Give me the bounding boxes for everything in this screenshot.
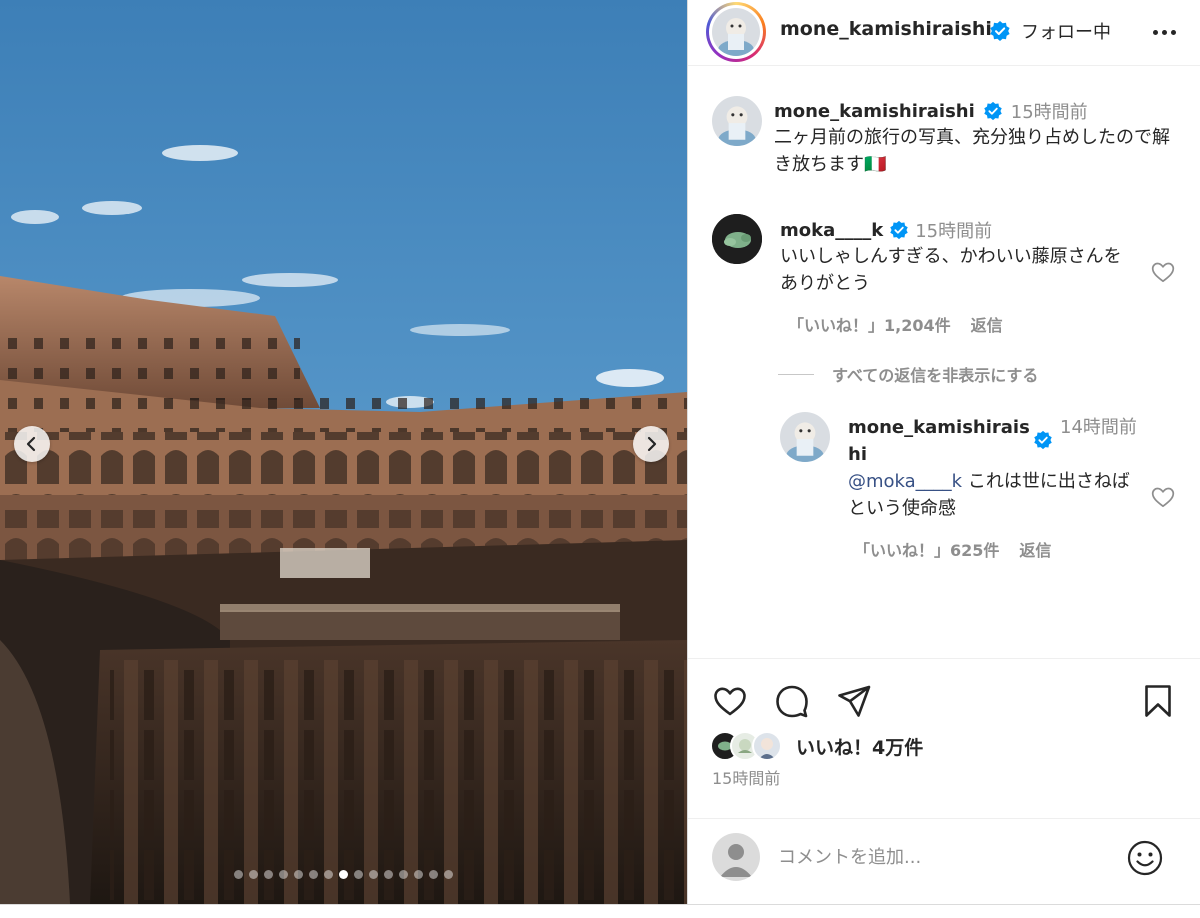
- comment-icon[interactable]: [774, 683, 810, 719]
- caption-time: 15時間前: [1010, 102, 1088, 123]
- comment-input[interactable]: [778, 841, 1098, 873]
- mention-link[interactable]: @moka____k: [848, 471, 962, 492]
- carousel-dot: [384, 870, 393, 879]
- caption-header: mone_kamishiraishi 15時間前: [774, 98, 1088, 124]
- carousel-dot: [324, 870, 333, 879]
- carousel-dot: [294, 870, 303, 879]
- post-detail-panel: mone_kamishiraishi フォロー中 mone_kamishirai…: [688, 0, 1200, 904]
- colosseum-photo: [0, 0, 687, 904]
- likes-count[interactable]: いいね！4万件: [796, 733, 923, 760]
- caption-text: 二ヶ月前の旅行の写真、充分独り占めしたので解き放ちます🇮🇹: [774, 127, 1170, 175]
- avatar[interactable]: [780, 412, 830, 462]
- comment-text: いいしゃしんすぎる、かわいい藤原さんをありがとう: [780, 246, 1122, 294]
- carousel-dot: [279, 870, 288, 879]
- post-header: mone_kamishiraishi フォロー中: [688, 0, 1200, 66]
- post-media[interactable]: [0, 0, 687, 904]
- carousel-dot: [339, 870, 348, 879]
- hide-replies-button[interactable]: すべての返信を非表示にする: [778, 362, 1038, 386]
- comment-likes[interactable]: 「いいね！」1,204件: [788, 312, 951, 336]
- reply-time: 14時間前: [1060, 417, 1137, 438]
- verified-badge-icon: [1034, 430, 1052, 450]
- verified-badge-icon: [984, 101, 1002, 121]
- carousel-dot: [309, 870, 318, 879]
- more-icon[interactable]: [1144, 20, 1184, 44]
- add-comment-bar: [688, 818, 1200, 904]
- carousel-dot: [249, 870, 258, 879]
- carousel-dot: [264, 870, 273, 879]
- carousel-indicator: [0, 870, 687, 879]
- avatar[interactable]: [712, 96, 762, 146]
- follow-button[interactable]: フォロー中: [1021, 18, 1111, 44]
- heart-icon[interactable]: [712, 683, 748, 719]
- reply-meta: 「いいね！」625件 返信: [854, 537, 1051, 561]
- chevron-right-icon: [647, 436, 657, 452]
- post-actions: いいね！4万件 15時間前: [688, 658, 1200, 818]
- caption-username[interactable]: mone_kamishiraishi: [774, 101, 975, 122]
- comment-header: moka____k 15時間前: [780, 217, 992, 243]
- verified-badge-icon: [890, 220, 908, 240]
- bookmark-icon[interactable]: [1140, 683, 1176, 719]
- carousel-dot: [414, 870, 423, 879]
- divider: [778, 373, 814, 375]
- share-icon[interactable]: [836, 683, 872, 719]
- previous-slide-button[interactable]: [14, 426, 50, 462]
- carousel-dot: [429, 870, 438, 879]
- comments-section: mone_kamishiraishi 15時間前 二ヶ月前の旅行の写真、充分独り…: [688, 66, 1200, 658]
- avatar: [712, 833, 760, 881]
- avatar[interactable]: [712, 8, 760, 56]
- avatar[interactable]: [712, 214, 762, 264]
- liked-by-avatars[interactable]: [710, 731, 790, 761]
- author-story-ring[interactable]: [706, 2, 766, 62]
- carousel-dot: [234, 870, 243, 879]
- carousel-dot: [444, 870, 453, 879]
- reply-likes[interactable]: 「いいね！」625件: [854, 537, 999, 561]
- post-timestamp: 15時間前: [712, 769, 781, 788]
- hide-replies-label: すべての返信を非表示にする: [832, 366, 1039, 385]
- reply-button[interactable]: 返信: [1019, 537, 1051, 561]
- carousel-dot: [399, 870, 408, 879]
- chevron-left-icon: [26, 436, 36, 452]
- heart-icon[interactable]: [1150, 259, 1176, 285]
- carousel-dot: [354, 870, 363, 879]
- reply-button[interactable]: 返信: [971, 312, 1003, 336]
- avatar: [752, 731, 782, 761]
- page-bottom-edge: [0, 904, 1200, 918]
- next-slide-button[interactable]: [633, 426, 669, 462]
- comment-meta: 「いいね！」1,204件 返信: [788, 312, 1003, 336]
- reply-username[interactable]: mone_kamishiraishi: [848, 414, 1030, 468]
- carousel-dot: [369, 870, 378, 879]
- comment-time: 15時間前: [915, 221, 993, 242]
- verified-badge-icon: [990, 21, 1010, 41]
- heart-icon[interactable]: [1150, 484, 1176, 510]
- author-username[interactable]: mone_kamishiraishi: [780, 18, 992, 40]
- comment-username[interactable]: moka____k: [780, 220, 883, 241]
- emoji-icon[interactable]: [1126, 839, 1164, 877]
- reply-text: @moka____k これは世に出さねばという使命感: [848, 468, 1144, 522]
